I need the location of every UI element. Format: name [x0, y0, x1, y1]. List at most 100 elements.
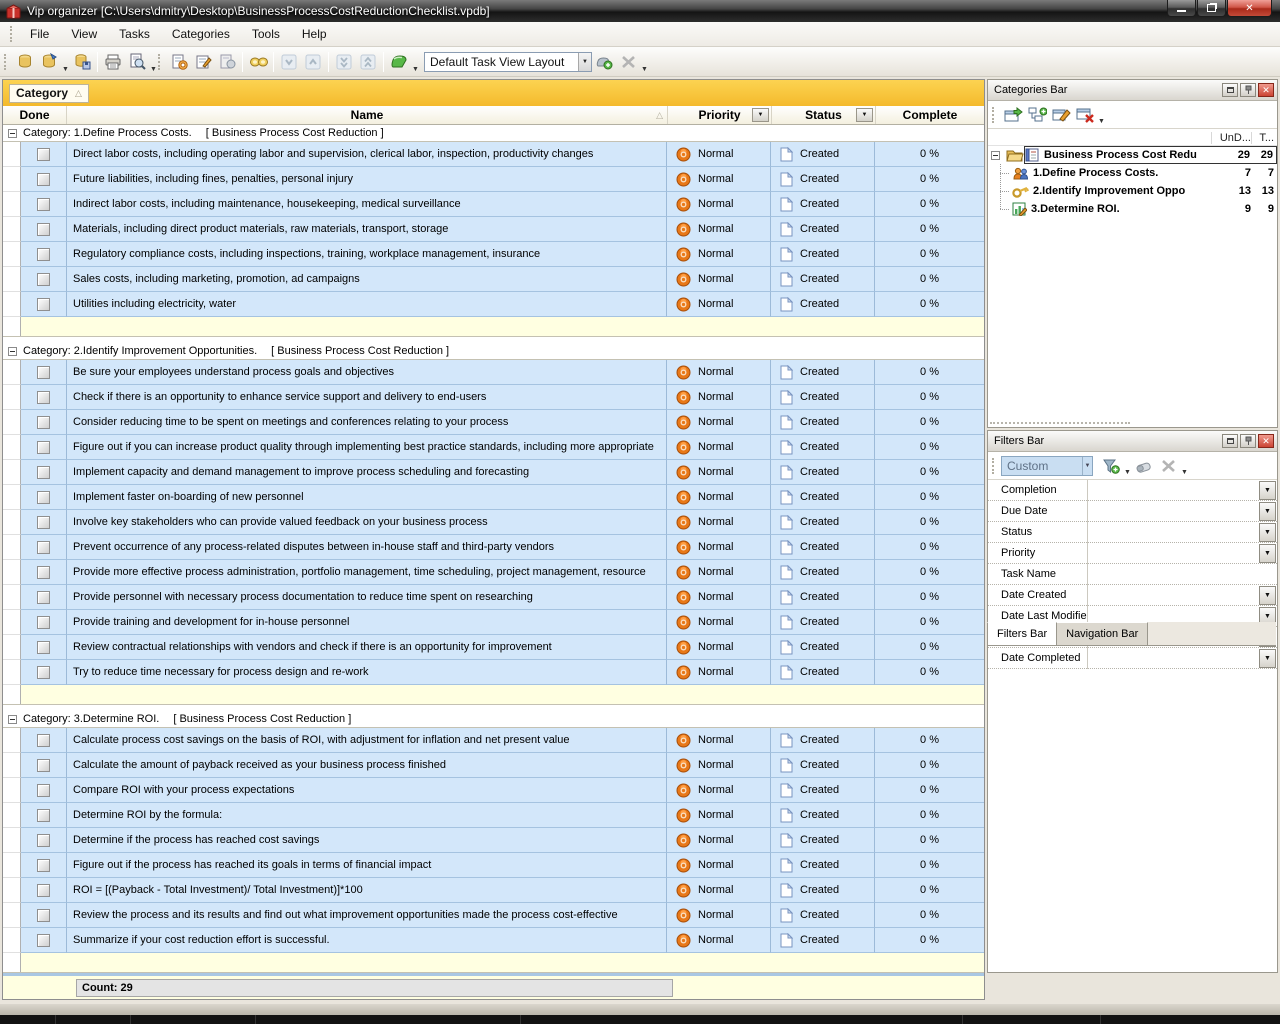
done-checkbox[interactable] [37, 759, 50, 772]
category-group-row[interactable]: Category: 3.Determine ROI.[ Business Pro… [3, 711, 984, 728]
done-checkbox[interactable] [37, 248, 50, 261]
task-row[interactable]: Provide personnel with necessary process… [3, 585, 984, 610]
status-cell[interactable]: Created [771, 928, 875, 953]
clear-filter-button[interactable] [1132, 454, 1156, 478]
task-name-cell[interactable]: Implement faster on-boarding of new pers… [67, 485, 667, 510]
done-cell[interactable] [21, 928, 67, 953]
column-header-priority[interactable]: Priority ▼ [668, 106, 772, 124]
done-checkbox[interactable] [37, 859, 50, 872]
task-row[interactable]: Utilities including electricity, waterNo… [3, 292, 984, 317]
done-cell[interactable] [21, 510, 67, 535]
done-cell[interactable] [21, 535, 67, 560]
task-name-cell[interactable]: Check if there is an opportunity to enha… [67, 385, 667, 410]
menu-view[interactable]: View [60, 24, 108, 44]
status-cell[interactable]: Created [771, 753, 875, 778]
task-row[interactable]: Implement faster on-boarding of new pers… [3, 485, 984, 510]
task-name-cell[interactable]: Implement capacity and demand management… [67, 460, 667, 485]
print-preview-button[interactable] [125, 50, 149, 74]
task-name-cell[interactable]: Summarize if your cost reduction effort … [67, 928, 667, 953]
panel-restore-icon[interactable] [1222, 83, 1238, 97]
done-cell[interactable] [21, 778, 67, 803]
task-row[interactable]: Direct labor costs, including operating … [3, 142, 984, 167]
done-cell[interactable] [21, 803, 67, 828]
complete-cell[interactable]: 0 % [875, 878, 984, 903]
collapse-icon[interactable] [8, 715, 17, 724]
priority-cell[interactable]: Normal [667, 167, 771, 192]
column-header-complete[interactable]: Complete [876, 106, 984, 124]
task-row[interactable]: Future liabilities, including fines, pen… [3, 167, 984, 192]
collapse-icon[interactable] [8, 347, 17, 356]
complete-cell[interactable]: 0 % [875, 535, 984, 560]
task-name-cell[interactable]: Review the process and its results and f… [67, 903, 667, 928]
task-name-cell[interactable]: Determine if the process has reached cos… [67, 828, 667, 853]
status-filter-dropdown[interactable]: ▼ [856, 108, 873, 122]
done-checkbox[interactable] [37, 616, 50, 629]
done-cell[interactable] [21, 167, 67, 192]
status-cell[interactable]: Created [771, 635, 875, 660]
task-name-cell[interactable]: Sales costs, including marketing, promot… [67, 267, 667, 292]
task-name-cell[interactable]: Future liabilities, including fines, pen… [67, 167, 667, 192]
done-checkbox[interactable] [37, 466, 50, 479]
priority-cell[interactable]: Normal [667, 267, 771, 292]
complete-cell[interactable]: 0 % [875, 435, 984, 460]
done-cell[interactable] [21, 410, 67, 435]
done-checkbox[interactable] [37, 666, 50, 679]
done-cell[interactable] [21, 267, 67, 292]
done-checkbox[interactable] [37, 541, 50, 554]
done-cell[interactable] [21, 242, 67, 267]
panel-pin-icon[interactable] [1240, 83, 1256, 97]
done-cell[interactable] [21, 360, 67, 385]
move-down-button[interactable] [277, 50, 301, 74]
complete-cell[interactable]: 0 % [875, 928, 984, 953]
task-name-cell[interactable]: Indirect labor costs, including maintena… [67, 192, 667, 217]
status-cell[interactable]: Created [771, 142, 875, 167]
status-cell[interactable]: Created [771, 660, 875, 685]
task-name-cell[interactable]: Compare ROI with your process expectatio… [67, 778, 667, 803]
status-cell[interactable]: Created [771, 778, 875, 803]
panel-close-icon[interactable]: ✕ [1258, 434, 1274, 448]
done-cell[interactable] [21, 192, 67, 217]
status-cell[interactable]: Created [771, 878, 875, 903]
complete-cell[interactable]: 0 % [875, 853, 984, 878]
done-cell[interactable] [21, 292, 67, 317]
priority-cell[interactable]: Normal [667, 635, 771, 660]
priority-cell[interactable]: Normal [667, 242, 771, 267]
category-tree-item[interactable]: 2.Identify Improvement Oppo1313 [988, 182, 1277, 200]
complete-cell[interactable]: 0 % [875, 903, 984, 928]
priority-cell[interactable]: Normal [667, 728, 771, 753]
filter-preset-combobox[interactable]: Custom▼ [1001, 456, 1093, 476]
filter-dropdown-button[interactable]: ▼ [1259, 523, 1276, 542]
priority-cell[interactable]: Normal [667, 435, 771, 460]
menu-categories[interactable]: Categories [161, 24, 241, 44]
move-top-button[interactable] [356, 50, 380, 74]
task-row[interactable]: Calculate process cost savings on the ba… [3, 728, 984, 753]
complete-cell[interactable]: 0 % [875, 510, 984, 535]
category-group-row[interactable]: Category: 2.Identify Improvement Opportu… [3, 343, 984, 360]
task-name-cell[interactable]: Be sure your employees understand proces… [67, 360, 667, 385]
done-checkbox[interactable] [37, 416, 50, 429]
status-cell[interactable]: Created [771, 292, 875, 317]
done-cell[interactable] [21, 585, 67, 610]
chevron-down-icon[interactable]: ▼ [578, 53, 591, 71]
print-button[interactable] [101, 50, 125, 74]
close-button[interactable]: ✕ [1227, 0, 1272, 17]
priority-cell[interactable]: Normal [667, 778, 771, 803]
complete-cell[interactable]: 0 % [875, 167, 984, 192]
filter-dropdown-button[interactable]: ▼ [1259, 502, 1276, 521]
task-row[interactable]: Indirect labor costs, including maintena… [3, 192, 984, 217]
priority-cell[interactable]: Normal [667, 585, 771, 610]
done-checkbox[interactable] [37, 273, 50, 286]
done-checkbox[interactable] [37, 734, 50, 747]
column-undone[interactable]: UnD... [1211, 132, 1251, 144]
complete-cell[interactable]: 0 % [875, 410, 984, 435]
done-cell[interactable] [21, 878, 67, 903]
save-database-button[interactable] [70, 50, 94, 74]
complete-cell[interactable]: 0 % [875, 660, 984, 685]
categories-scrollbar[interactable] [990, 422, 1130, 424]
status-cell[interactable]: Created [771, 535, 875, 560]
priority-cell[interactable]: Normal [667, 192, 771, 217]
status-cell[interactable]: Created [771, 510, 875, 535]
category-tree-item[interactable]: 3.Determine ROI.99 [988, 200, 1277, 218]
filter-dropdown-button[interactable]: ▼ [1259, 481, 1276, 500]
done-cell[interactable] [21, 485, 67, 510]
